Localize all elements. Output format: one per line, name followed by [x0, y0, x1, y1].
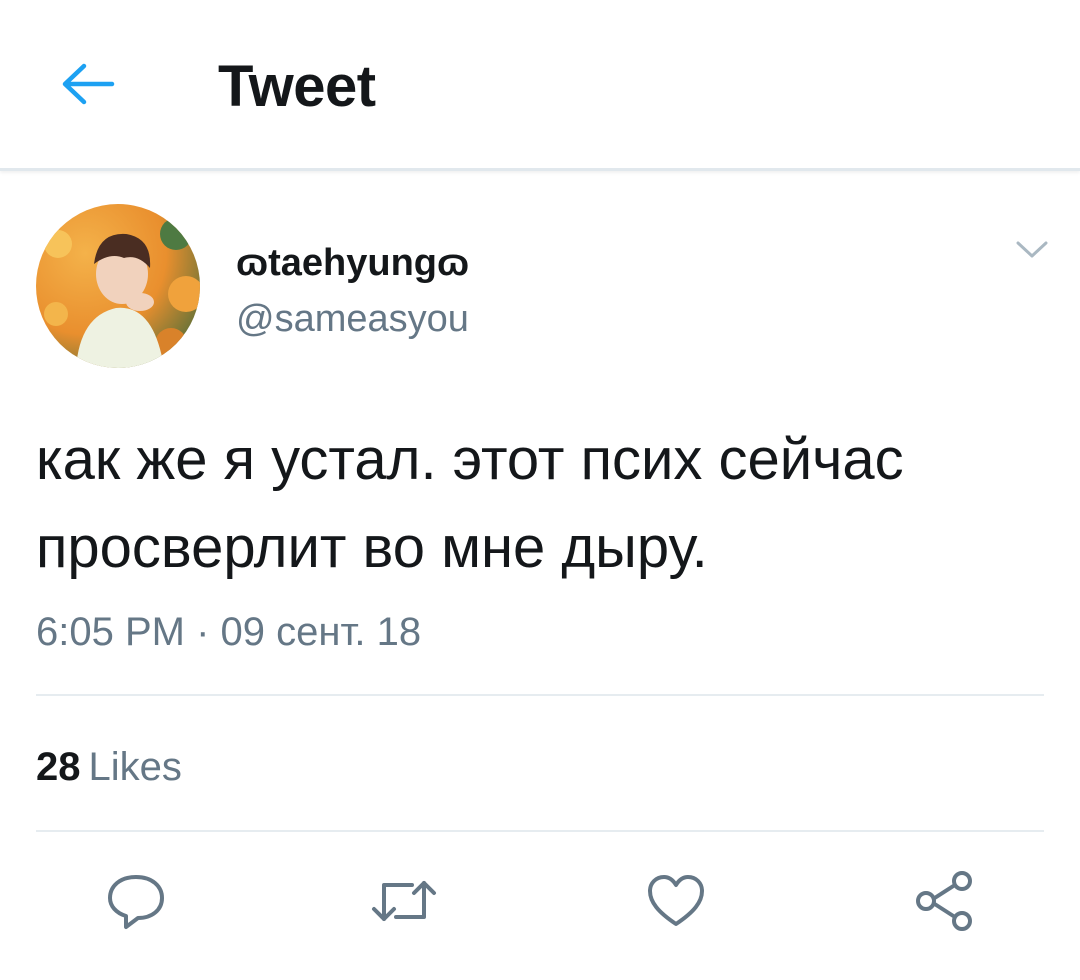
top-bar: Tweet	[0, 0, 1080, 171]
page-title: Tweet	[218, 54, 376, 119]
tweet-timestamp: 6:05 PM · 09 сент. 18	[36, 610, 422, 654]
tweet-text: как же я устал. этот псих сейчас просвер…	[36, 427, 904, 580]
display-name[interactable]: ɷtaehyungɷ	[236, 240, 469, 286]
like-button[interactable]	[636, 866, 716, 936]
retweet-icon	[372, 881, 436, 921]
back-button[interactable]	[44, 44, 132, 124]
share-icon	[916, 871, 972, 931]
avatar-photo	[36, 204, 200, 368]
tweet-options-button[interactable]	[1008, 226, 1056, 274]
username[interactable]: @sameasyou	[236, 296, 469, 342]
likes-count: 28	[36, 745, 81, 789]
avatar[interactable]	[36, 204, 200, 368]
retweet-button[interactable]	[364, 866, 444, 936]
reply-button[interactable]	[96, 866, 176, 936]
heart-icon	[648, 875, 704, 926]
chevron-down-icon	[1016, 241, 1048, 258]
back-arrow-icon	[62, 63, 115, 105]
divider	[36, 694, 1044, 696]
reply-icon	[108, 875, 164, 929]
divider	[36, 830, 1044, 832]
likes-label: Likes	[88, 745, 182, 789]
share-button[interactable]	[904, 866, 984, 936]
likes-stat[interactable]: 28 Likes	[36, 742, 182, 792]
